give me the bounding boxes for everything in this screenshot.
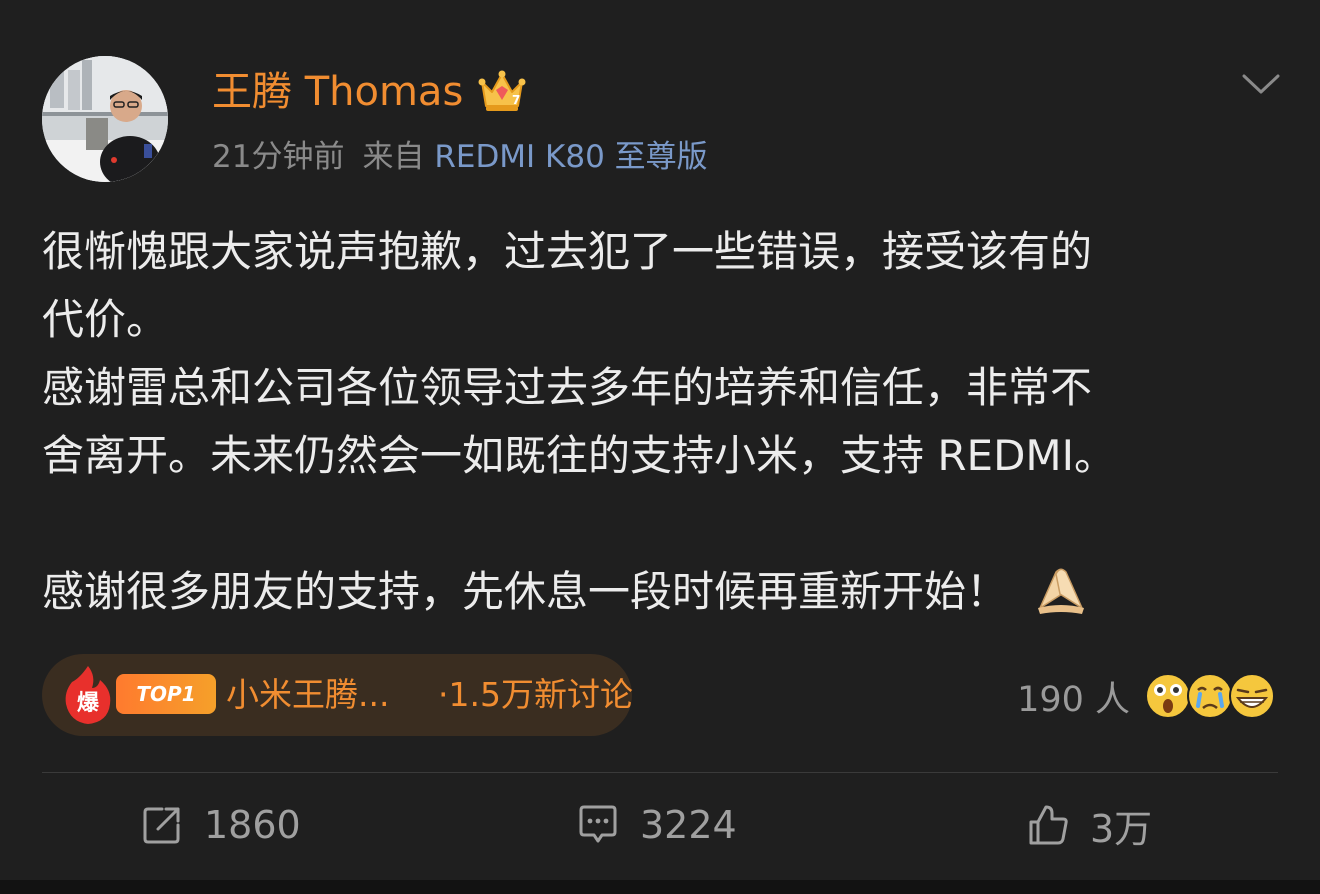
bottom-edge [0,880,1320,894]
like-count: 3万 [1090,806,1153,851]
post-line: 舍离开。未来仍然会一如既往的支持小米，支持 REDMI。 [42,431,1117,480]
comment-count: 3224 [640,803,737,847]
share-icon [143,807,180,844]
topic-discussion-count: ·1.5万新讨论 [438,675,633,714]
post-time: 21分钟前 [212,139,345,175]
laughing-face-icon [1229,673,1275,719]
device-link[interactable]: REDMI K80 至尊版 [434,139,707,175]
hot-flame-icon: 爆 [60,664,116,726]
shocked-face-icon [1145,673,1191,719]
post-line-last: 感谢很多朋友的支持，先休息一段时候再重新开始！ [42,558,1242,626]
comment-icon [579,805,617,843]
topic-title: 小米王腾... [226,675,390,714]
avatar[interactable] [42,56,168,182]
thumbs-up-icon [1029,805,1068,845]
hot-label: 爆 [77,691,100,716]
reaction-summary[interactable]: 190 人 [1017,668,1276,724]
svg-text:7: 7 [512,93,520,107]
crown-icon: 7 [478,68,526,114]
post-line: 感谢雷总和公司各位领导过去多年的培养和信任，非常不 [42,363,1093,412]
post-body: 很惭愧跟大家说声抱歉，过去犯了一些错误，接受该有的 代价。 感谢雷总和公司各位领… [42,218,1242,626]
share-button[interactable]: 1860 [140,798,301,852]
post-blank-line [42,490,1242,558]
post-line: 代价。 [42,295,169,344]
like-button[interactable]: 3万 [1026,798,1152,852]
post-line: 感谢很多朋友的支持，先休息一段时候再重新开始！ [42,567,1009,616]
username[interactable]: 王腾 Thomas [212,66,463,118]
crying-face-icon [1187,673,1233,719]
avatar-photo [42,56,168,182]
comment-button[interactable]: 3224 [576,798,737,852]
chevron-down-icon[interactable] [1238,64,1284,104]
rank-badge: TOP1 [116,674,216,714]
hot-topic-link[interactable]: 爆 TOP1 小米王腾... ·1.5万新讨论 [42,654,633,736]
source-prefix: 来自 [362,139,425,175]
post-line: 很惭愧跟大家说声抱歉，过去犯了一些错误，接受该有的 [42,227,1093,276]
praying-hands-icon [1032,564,1090,616]
weibo-post-card: 王腾 Thomas 7 21分钟前 来自 REDMI K80 至尊版 很惭愧跟大家… [0,6,1320,880]
share-count: 1860 [204,803,301,847]
reaction-count: 190 人 [1017,679,1130,720]
post-meta: 21分钟前 来自 REDMI K80 至尊版 [212,136,708,178]
divider [42,772,1278,773]
